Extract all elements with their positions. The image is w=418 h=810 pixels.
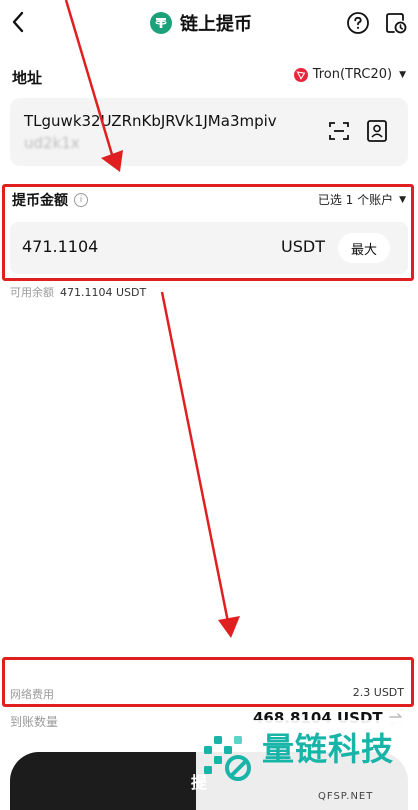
network-fee-value: 2.3 USDT (352, 686, 404, 699)
tron-icon (293, 67, 308, 82)
watermark-url: QFSP.NET (318, 791, 374, 802)
address-value-line2: ud2k1x (24, 134, 80, 152)
watermark-text: 量链科技 (262, 730, 395, 768)
available-balance-label: 可用余额 (10, 286, 54, 299)
chevron-left-icon[interactable] (6, 8, 30, 36)
address-input[interactable]: TLguwk32UZRnKbJRVk1JMa3mpiv ud2k1x (24, 110, 324, 154)
address-label: 地址 (12, 69, 43, 87)
address-value-line1: TLguwk32UZRnKbJRVk1JMa3mpiv (24, 112, 277, 130)
address-book-icon[interactable] (366, 119, 388, 143)
receive-amount-label: 到账数量 (10, 715, 59, 729)
watermark-logo-icon (198, 728, 256, 786)
highlight-box-fee (2, 657, 414, 707)
page-title: 链上提币 (150, 10, 252, 36)
caret-down-icon: ▼ (399, 69, 406, 80)
history-doc-icon[interactable] (384, 11, 408, 35)
page-title-text: 链上提币 (180, 14, 252, 35)
arrow-to-fee (160, 291, 240, 638)
network-fee-label: 网络费用 (10, 688, 54, 701)
available-balance: 可用余额 471.1104 USDT (10, 284, 146, 300)
available-balance-value: 471.1104 USDT (60, 286, 147, 299)
network-select[interactable]: Tron(TRC20) ▼ (293, 67, 406, 82)
highlight-box-amount (2, 184, 414, 281)
network-select-label: Tron(TRC20) (312, 67, 393, 82)
question-circle-icon[interactable] (346, 11, 370, 35)
scan-icon[interactable] (327, 119, 351, 143)
tether-logo-icon (150, 12, 172, 34)
